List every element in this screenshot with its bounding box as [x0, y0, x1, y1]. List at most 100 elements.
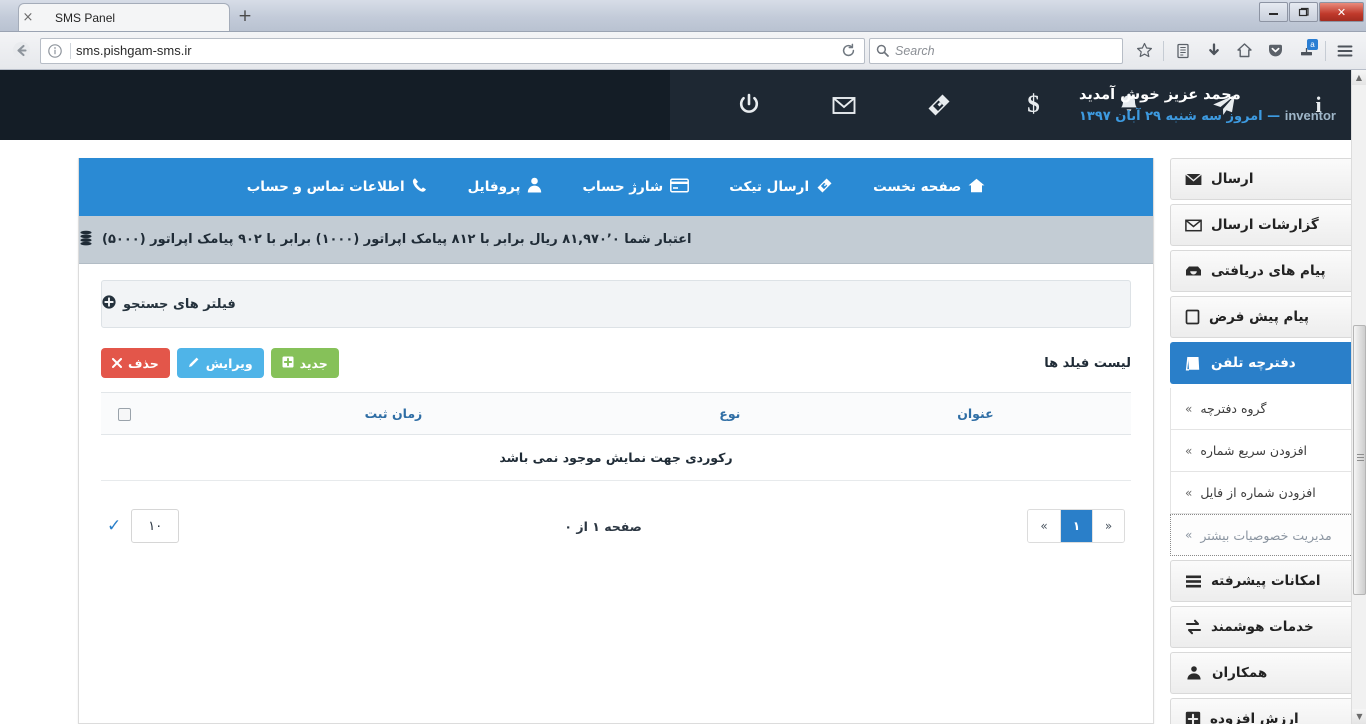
back-button[interactable] — [6, 36, 36, 66]
panel-navbar-items: صفحه نخست ارسال تیکت شارژ حساب پروفایل ا… — [227, 177, 1006, 198]
sidebar-subitem-label: گروه دفترچه — [1200, 401, 1267, 416]
table-col-type[interactable]: نوع — [639, 392, 820, 435]
browser-search-bar[interactable]: Search — [869, 37, 1123, 64]
plus-circle-icon — [102, 295, 116, 313]
table-col-title[interactable]: عنوان — [819, 392, 1131, 435]
edit-button-label: ویرایش — [205, 355, 253, 371]
search-icon — [876, 44, 889, 57]
pagination-page-1[interactable]: ۱ — [1060, 510, 1092, 542]
maximize-icon — [1298, 7, 1309, 16]
nav-item-charge[interactable]: شارژ حساب — [562, 177, 709, 197]
sidebar-item-partners[interactable]: همکاران — [1170, 652, 1366, 694]
maximize-button[interactable] — [1289, 2, 1318, 22]
menu-hamburger-icon[interactable] — [1329, 36, 1360, 66]
list-title: لیست فیلد ها — [1044, 355, 1131, 371]
nav-item-ticket[interactable]: ارسال تیکت — [709, 177, 853, 198]
delete-button[interactable]: حذف — [101, 348, 170, 378]
pagination-prev[interactable]: « — [1028, 510, 1060, 542]
home-icon[interactable] — [1229, 36, 1260, 66]
nav-item-home[interactable]: صفحه نخست — [853, 178, 1005, 197]
sidebar-subitem-add-from-file[interactable]: افزودن شماره از فایل » — [1170, 472, 1363, 514]
table-body: رکوردی جهت نمایش موجود نمی باشد — [101, 434, 1131, 481]
url-divider — [70, 42, 71, 59]
sidebar-item-smart-services[interactable]: خدمات هوشمند — [1170, 606, 1366, 648]
coins-icon — [79, 230, 93, 250]
panel-body: فیلتر های جستجو لیست فیلد ها حذف ویرایش … — [79, 264, 1153, 583]
sidebar-item-label: پیام پیش فرض — [1209, 309, 1310, 325]
sidebar-item-default-message[interactable]: پیام پیش فرض — [1170, 296, 1366, 338]
reload-button[interactable] — [836, 40, 860, 62]
toolbar-divider-2 — [1325, 40, 1326, 61]
nav-item-label: اطلاعات تماس و حساب — [246, 179, 405, 195]
extension-badge: a — [1307, 38, 1318, 50]
page-scrollbar[interactable]: ▲ ▼ — [1351, 70, 1366, 724]
dollar-symbol: $ — [1027, 91, 1040, 118]
home-icon — [968, 178, 985, 197]
credit-bar: اعتبار شما ۸۱,۹۷۰٬۰ ریال برابر با ۸۱۲ پی… — [79, 216, 1153, 264]
url-bar[interactable]: sms.pishgam-sms.ir — [40, 37, 865, 64]
power-icon[interactable] — [701, 70, 796, 140]
check-icon[interactable]: ✓ — [107, 516, 121, 536]
note-icon — [1185, 309, 1200, 325]
sidebar-item-send[interactable]: ارسال — [1170, 158, 1366, 200]
tab-close-icon[interactable]: × — [19, 9, 37, 27]
sidebar-subitem-quick-add[interactable]: افزودن سریع شماره » — [1170, 430, 1363, 472]
pagination-row: « ۱ » صفحه ۱ از ۰ ✓ — [101, 481, 1131, 561]
browser-tab[interactable]: × SMS Panel — [18, 3, 230, 31]
chevron-double-icon: » — [1185, 443, 1193, 458]
app-header: $ i محمد عزیز خوش آمدید inventor — امروز… — [0, 70, 1366, 140]
scrollbar-thumb[interactable] — [1353, 325, 1366, 595]
credit-text: اعتبار شما ۸۱,۹۷۰٬۰ ریال برابر با ۸۱۲ پی… — [102, 232, 692, 247]
close-button[interactable]: ✕ — [1319, 2, 1364, 22]
dollar-icon[interactable]: $ — [986, 70, 1081, 140]
sidebar: ارسال گزارشات ارسال پیام های دریافتی پیا… — [1170, 140, 1366, 724]
extension-icon[interactable]: a — [1291, 36, 1322, 66]
sidebar-subitem-manage-attributes[interactable]: مدیریت خصوصیات بیشتر » — [1170, 514, 1363, 556]
bookmark-star-icon[interactable] — [1129, 36, 1160, 66]
user-icon — [527, 177, 542, 197]
sidebar-item-value-added[interactable]: ارزش افزوده — [1170, 698, 1366, 724]
pocket-icon[interactable] — [1260, 36, 1291, 66]
scroll-down-arrow[interactable]: ▼ — [1352, 709, 1366, 724]
browser-toolbar-icons: a — [1129, 36, 1360, 66]
nav-item-label: شارژ حساب — [582, 179, 664, 195]
sidebar-subitem-group[interactable]: گروه دفترچه » — [1170, 388, 1363, 430]
ticket-icon — [816, 177, 833, 198]
downloads-icon[interactable] — [1198, 36, 1229, 66]
search-filters-toggle[interactable]: فیلتر های جستجو — [101, 280, 1131, 328]
sidebar-item-inbox[interactable]: پیام های دریافتی — [1170, 250, 1366, 292]
library-icon[interactable] — [1167, 36, 1198, 66]
search-input[interactable]: Search — [895, 44, 935, 58]
sidebar-item-label: ارسال — [1211, 171, 1254, 187]
sidebar-item-advanced[interactable]: امکانات پیشرفته — [1170, 560, 1366, 602]
chevron-double-icon: » — [1185, 528, 1193, 542]
table-col-created[interactable]: زمان ثبت — [147, 392, 640, 435]
new-button[interactable]: جدید — [270, 348, 339, 378]
sidebar-item-label: پیام های دریافتی — [1211, 263, 1326, 279]
envelope-icon[interactable] — [796, 70, 891, 140]
sidebar-item-phonebook[interactable]: دفترچه تلفن — [1170, 342, 1366, 384]
plus-square-icon — [1185, 711, 1201, 724]
nav-item-contact-info[interactable]: اطلاعات تماس و حساب — [227, 177, 448, 197]
search-filters-label: فیلتر های جستجو — [123, 296, 236, 312]
site-info-icon[interactable] — [45, 41, 65, 61]
action-button-group: حذف ویرایش جدید — [101, 348, 339, 378]
sidebar-item-label: امکانات پیشرفته — [1211, 573, 1321, 589]
envelope-open-icon — [1185, 217, 1202, 234]
edit-button[interactable]: ویرایش — [176, 348, 264, 378]
new-tab-button[interactable]: + — [232, 4, 258, 28]
nav-item-profile[interactable]: پروفایل — [448, 177, 563, 197]
minimize-button[interactable] — [1259, 2, 1288, 22]
reload-icon — [842, 43, 854, 57]
page-info-label: صفحه ۱ از ۰ — [564, 518, 642, 534]
new-button-label: جدید — [299, 355, 328, 371]
per-page-input[interactable] — [131, 509, 180, 543]
ticket-icon[interactable] — [891, 70, 986, 140]
pagination-next[interactable]: » — [1092, 510, 1124, 542]
page-viewport: $ i محمد عزیز خوش آمدید inventor — امروز… — [0, 70, 1366, 724]
table-toolbar: لیست فیلد ها حذف ویرایش جدید — [101, 348, 1131, 378]
select-all-checkbox[interactable] — [117, 408, 131, 421]
sidebar-item-reports[interactable]: گزارشات ارسال — [1170, 204, 1366, 246]
sidebar-subitem-label: مدیریت خصوصیات بیشتر — [1200, 527, 1332, 543]
delete-button-label: حذف — [128, 355, 159, 371]
